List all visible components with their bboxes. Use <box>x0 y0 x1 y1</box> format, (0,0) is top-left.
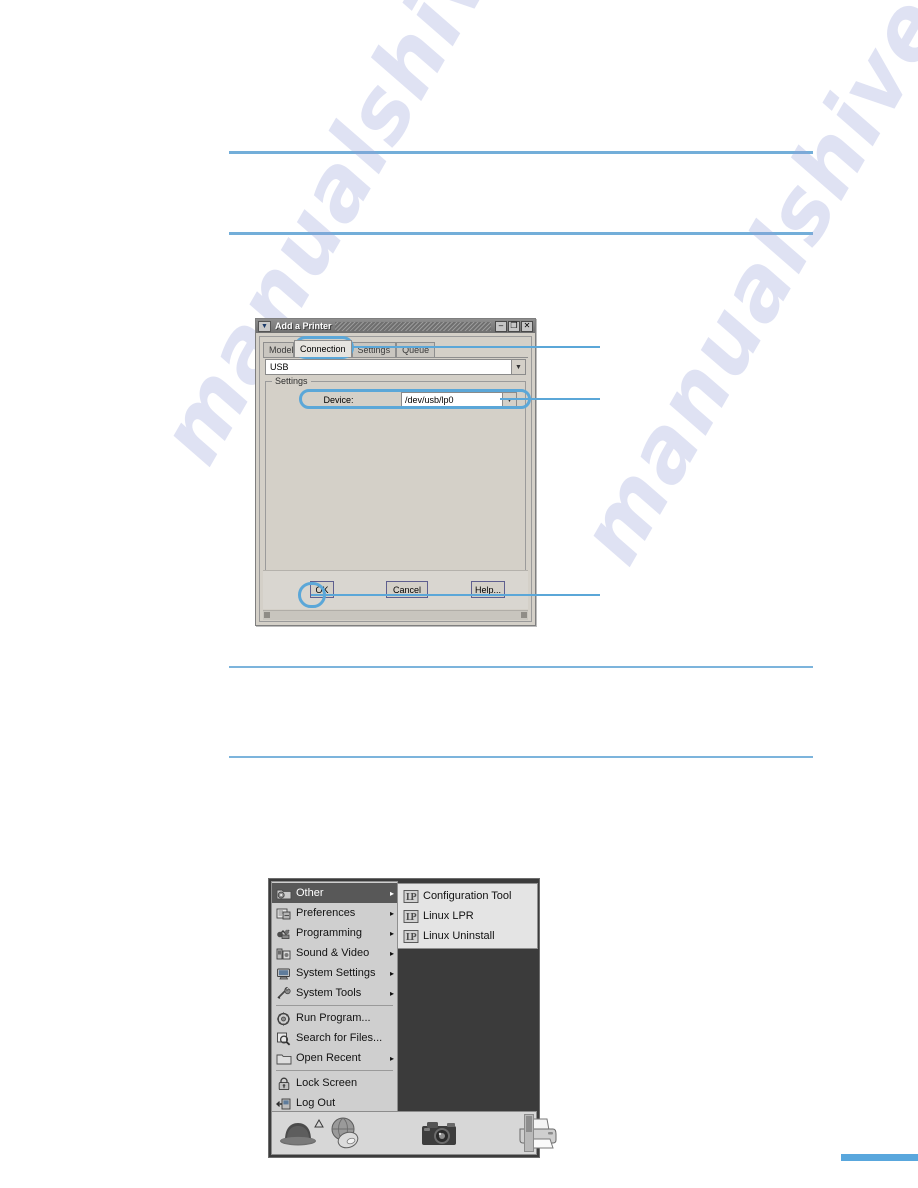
lp-icon: LP <box>402 888 419 904</box>
menu-item-label: Sound & Video <box>296 947 370 959</box>
menu-item-system-tools[interactable]: System Tools ▸ <box>272 983 397 1003</box>
preferences-icon <box>275 905 292 921</box>
folder-gear-icon <box>275 885 292 901</box>
gnome-main-menu[interactable]: Other ▸ Preferences ▸ Programming ▸ Sound & Vi… <box>271 881 398 1115</box>
red-hat-icon[interactable] <box>278 1118 324 1148</box>
menu-item-label: Other <box>296 887 324 899</box>
menu-item-sound-video[interactable]: Sound & Video ▸ <box>272 943 397 963</box>
watermark-text-right: manualshive.com <box>560 0 918 581</box>
submenu-item-configuration-tool[interactable]: L P Configuration Tool <box>398 886 537 906</box>
window-menu-icon[interactable]: ▼ <box>258 320 271 332</box>
submenu-arrow-icon: ▸ <box>389 888 394 898</box>
menu-item-label: Preferences <box>296 907 356 919</box>
page-rule-top <box>229 151 813 154</box>
submenu-item-label: Linux Uninstall <box>423 930 495 942</box>
menu-item-search-for-files[interactable]: Search for Files... <box>272 1028 397 1048</box>
highlight-device-field <box>299 389 531 409</box>
globe-mouse-icon[interactable] <box>326 1116 362 1150</box>
dialog-titlebar[interactable]: ▼ Add a Printer – ❐ ✕ <box>256 319 535 333</box>
submenu-item-linux-uninstall[interactable]: L P Linux Uninstall <box>398 926 537 946</box>
menu-separator <box>276 1005 393 1006</box>
menu-item-label: Programming <box>296 927 363 939</box>
submenu-arrow-icon: ▸ <box>389 908 394 918</box>
logout-icon <box>275 1095 292 1111</box>
callout-line-connection-tab <box>346 346 600 348</box>
menu-item-label: Search for Files... <box>296 1032 383 1044</box>
menu-item-label: System Tools <box>296 987 362 999</box>
menu-separator <box>276 1070 393 1071</box>
svg-text:P: P <box>410 932 416 943</box>
submenu-item-label: Configuration Tool <box>423 890 512 902</box>
tab-queue[interactable]: Queue <box>396 342 436 357</box>
settings-groupbox: Settings Device: /dev/usb/lp0 ▼ <box>265 376 526 596</box>
system-settings-icon <box>275 965 292 981</box>
taskbar-scrollbar[interactable] <box>524 1114 534 1152</box>
page-rule-second <box>229 232 813 235</box>
callout-line-ok <box>311 594 600 596</box>
chevron-down-icon[interactable]: ▼ <box>511 360 525 374</box>
lp-icon: LP <box>402 908 419 924</box>
connection-type-value: USB <box>270 362 289 372</box>
page-corner-marker <box>841 1154 918 1161</box>
lp-icon: LP <box>402 928 419 944</box>
page-rule-third <box>229 666 813 668</box>
gnome-desktop-window: Other ▸ Preferences ▸ Programming ▸ Sound & Vi… <box>268 878 557 1158</box>
close-icon[interactable]: ✕ <box>521 320 533 332</box>
svg-text:P: P <box>410 892 416 903</box>
menu-item-preferences[interactable]: Preferences ▸ <box>272 903 397 923</box>
menu-item-label: System Settings <box>296 967 376 979</box>
titlebar-hatch <box>334 321 491 331</box>
dialog-statusbar <box>263 610 528 620</box>
minimize-icon[interactable]: – <box>495 320 507 332</box>
menu-item-system-settings[interactable]: System Settings ▸ <box>272 963 397 983</box>
cancel-button-label: Cancel <box>392 584 421 595</box>
submenu-arrow-icon: ▸ <box>389 948 394 958</box>
submenu-item-linux-lpr[interactable]: L P Linux LPR <box>398 906 537 926</box>
printer-icon[interactable] <box>514 1116 560 1150</box>
highlight-ok-button <box>298 582 326 608</box>
tab-settings[interactable]: Settings <box>351 342 397 357</box>
maximize-icon[interactable]: ❐ <box>508 320 520 332</box>
taskbar-scrollbar-thumb[interactable] <box>526 1116 532 1132</box>
sound-video-icon <box>275 945 292 961</box>
add-printer-dialog[interactable]: ▼ Add a Printer – ❐ ✕ Model Connection S… <box>255 318 536 626</box>
settings-group-label: Settings <box>272 376 311 386</box>
submenu-arrow-icon: ▸ <box>389 988 394 998</box>
menu-item-label: Open Recent <box>296 1052 361 1064</box>
run-program-icon <box>275 1010 292 1026</box>
page-rule-bottom <box>229 756 813 758</box>
tab-model[interactable]: Model <box>263 342 294 357</box>
submenu-arrow-icon: ▸ <box>389 1053 394 1063</box>
system-tools-icon <box>275 985 292 1001</box>
camera-icon[interactable] <box>418 1117 462 1149</box>
connection-type-select[interactable]: USB ▼ <box>265 359 526 375</box>
programming-icon <box>275 925 292 941</box>
search-icon <box>275 1030 292 1046</box>
svg-text:P: P <box>410 912 416 923</box>
tabstrip: Model Connection Settings Queue <box>263 339 528 358</box>
dialog-title: Add a Printer <box>275 321 332 331</box>
menu-item-run-program[interactable]: Run Program... <box>272 1008 397 1028</box>
tab-connection[interactable]: Connection <box>294 340 352 357</box>
submenu-arrow-icon: ▸ <box>389 928 394 938</box>
folder-icon <box>275 1050 292 1066</box>
menu-item-log-out[interactable]: Log Out <box>272 1093 397 1113</box>
menu-item-programming[interactable]: Programming ▸ <box>272 923 397 943</box>
menu-item-lock-screen[interactable]: Lock Screen <box>272 1073 397 1093</box>
gnome-taskbar[interactable] <box>271 1111 557 1155</box>
menu-item-label: Lock Screen <box>296 1077 358 1089</box>
menu-item-open-recent[interactable]: Open Recent ▸ <box>272 1048 397 1068</box>
menu-item-label: Run Program... <box>296 1012 371 1024</box>
help-button-label: Help... <box>474 584 501 595</box>
submenu-arrow-icon: ▸ <box>389 968 394 978</box>
dialog-body: Model Connection Settings Queue USB ▼ Se… <box>259 336 532 622</box>
other-submenu[interactable]: L P Configuration Tool L P Linux LPR L P Linux U… <box>397 883 538 949</box>
lock-icon <box>275 1075 292 1091</box>
menu-item-other[interactable]: Other ▸ <box>272 883 397 903</box>
menu-item-label: Log Out <box>296 1097 336 1109</box>
submenu-item-label: Linux LPR <box>423 910 474 922</box>
